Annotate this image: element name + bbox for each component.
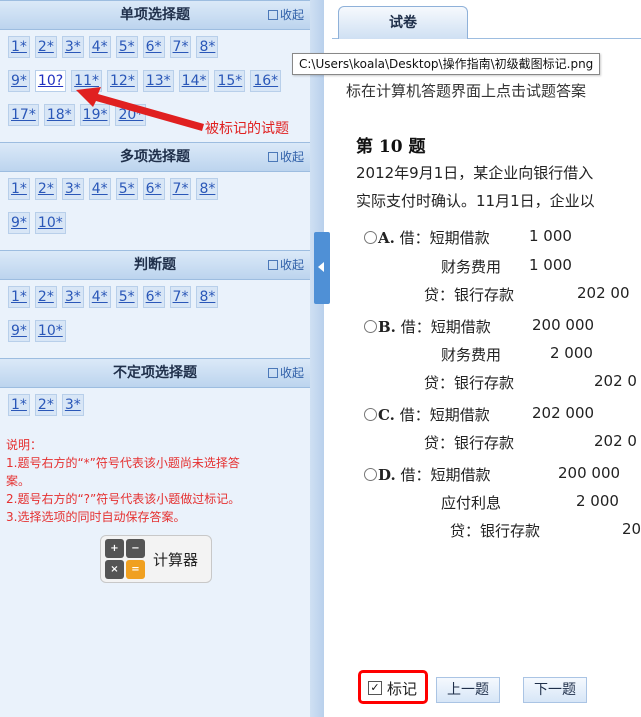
annotation-label: 被标记的试题 xyxy=(205,121,289,137)
annotation-arrow-icon xyxy=(76,87,204,131)
